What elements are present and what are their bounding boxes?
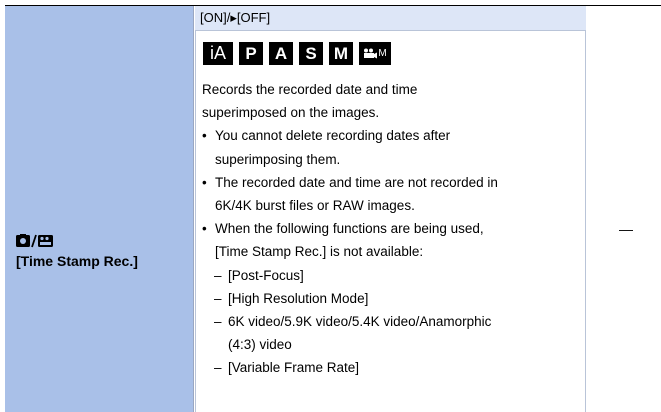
mode-badge-s: S xyxy=(299,42,323,65)
mode-badge-m: M xyxy=(329,42,353,65)
mode-badge-a: A xyxy=(269,42,293,65)
setting-detail-column: [ON]/▸[OFF] iA P A S M M Records the rec… xyxy=(195,6,586,412)
setting-name: [Time Stamp Rec.] xyxy=(16,231,138,271)
setting-options: [ON]/▸[OFF] xyxy=(195,6,586,31)
camera-movie-mode-icon xyxy=(16,231,138,251)
description-text: Records the recorded date and time super… xyxy=(202,78,582,380)
setting-name-cell: [Time Stamp Rec.] xyxy=(5,6,194,412)
bullet-item: • You cannot delete recording dates afte… xyxy=(202,128,451,167)
sub-list-item: – [Post-Focus] xyxy=(214,267,304,283)
mode-badge-p: P xyxy=(239,42,263,65)
mode-badges: iA P A S M M xyxy=(203,42,391,66)
mode-badge-creative-video: M xyxy=(359,42,391,65)
setting-title: [Time Stamp Rec.] xyxy=(16,253,138,269)
bullet-item: • The recorded date and time are not rec… xyxy=(202,174,498,214)
setting-default-cell: — xyxy=(586,6,661,412)
setting-description-cell: iA P A S M M Records the recorded date a… xyxy=(195,31,586,412)
sub-list-item: – [Variable Frame Rate] xyxy=(214,360,360,376)
sub-list-item: – [High Resolution Mode] xyxy=(214,290,369,306)
options-text: [ON]/▸[OFF] xyxy=(200,10,271,25)
mode-badge-ia: iA xyxy=(203,42,233,65)
not-applicable-mark: — xyxy=(619,221,633,237)
bullet-item: • When the following functions are being… xyxy=(202,221,484,260)
sub-list-item: – 6K video/5.9K video/5.4K video/Anamorp… xyxy=(214,314,492,353)
movie-camera-icon xyxy=(364,48,378,59)
